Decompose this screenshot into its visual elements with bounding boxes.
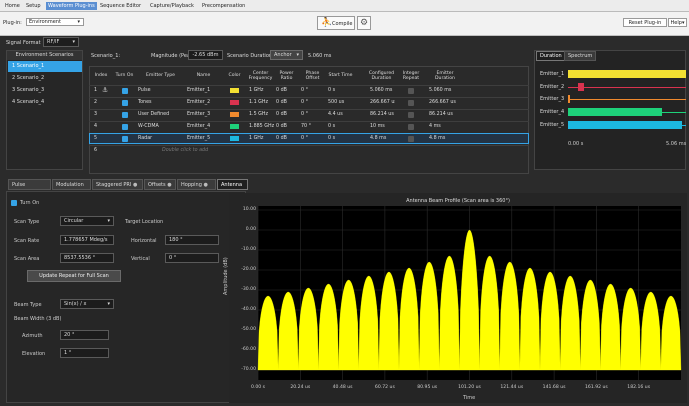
x-tick-label: 141.68 us (542, 385, 566, 390)
x-tick-label: 121.44 us (500, 385, 524, 390)
y-tick-label: -50.00 (241, 327, 256, 332)
beam-profile-chart (257, 206, 682, 380)
x-tick-label: 60.72 us (374, 385, 395, 390)
x-tick-label: 101.20 us (458, 385, 481, 390)
x-tick-label: 161.92 us (584, 385, 608, 390)
x-tick-label: 0.00 s (250, 385, 266, 390)
y-tick-label: -10.00 (241, 247, 256, 252)
y-tick-label: -30.00 (241, 287, 256, 292)
y-tick-label: -70.00 (241, 367, 256, 372)
y-tick-label: 0.00 (245, 227, 256, 232)
x-tick-label: 182.16 us (627, 385, 651, 390)
y-tick-label: -40.00 (241, 307, 256, 312)
y-tick-label: -60.00 (241, 347, 256, 352)
x-tick-label: 20.24 us (290, 385, 311, 390)
x-tick-label: 40.48 us (332, 385, 353, 390)
y-tick-label: 10.00 (242, 207, 256, 212)
x-tick-label: 80.95 us (417, 385, 438, 390)
y-tick-label: -20.00 (241, 267, 256, 272)
